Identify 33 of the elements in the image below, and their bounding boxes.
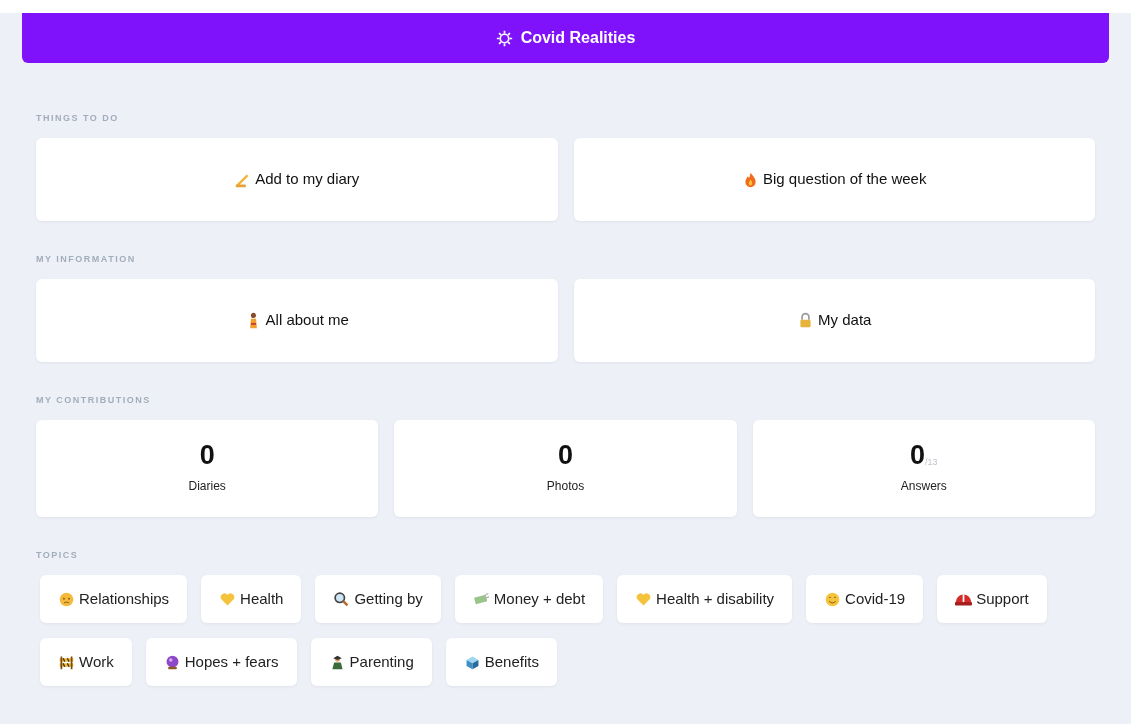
topic-button[interactable]: Money + debt (454, 575, 604, 623)
topic-button[interactable]: Relationships (40, 575, 188, 623)
stat-label: Photos (546, 478, 585, 495)
topic-button[interactable]: Health + disability (617, 575, 793, 623)
topic-button[interactable]: Benefits (445, 638, 557, 686)
topic-button[interactable]: Parenting (310, 638, 432, 686)
section-heading: TOPICS (36, 550, 80, 561)
stat-label: Answers (900, 478, 947, 495)
section-heading: MY INFORMATION (36, 254, 137, 265)
link-card[interactable]: My data (573, 279, 1095, 362)
app-title: Covid Realities (520, 28, 636, 48)
topic-button[interactable]: Work (40, 638, 132, 686)
stat-value: 0 (910, 442, 926, 469)
heart-icon (219, 590, 237, 608)
stat-label: Diaries (188, 478, 226, 495)
stat-total: /13 (925, 456, 938, 469)
stat-value: 0 (199, 442, 215, 469)
flame-icon (742, 171, 759, 188)
topic-button[interactable]: Hopes + fears (145, 638, 297, 686)
stat-value: 0 (557, 442, 573, 469)
heart-icon (635, 590, 653, 608)
smiling-face-icon (824, 590, 842, 608)
magnifier-icon (333, 590, 351, 608)
link-card[interactable]: Big question of the week (573, 138, 1095, 221)
topic-button[interactable]: Getting by (315, 575, 441, 623)
worried-face-icon (58, 590, 75, 608)
link-card[interactable]: All about me (36, 279, 558, 362)
link-card[interactable]: Add to my diary (36, 138, 558, 221)
section-heading: MY CONTRIBUTIONS (36, 395, 152, 406)
topic-button[interactable]: Support (937, 575, 1047, 623)
section-heading: THINGS TO DO (36, 113, 120, 124)
topic-button[interactable]: Health (201, 575, 302, 623)
topic-button[interactable]: Covid-19 (806, 575, 924, 623)
